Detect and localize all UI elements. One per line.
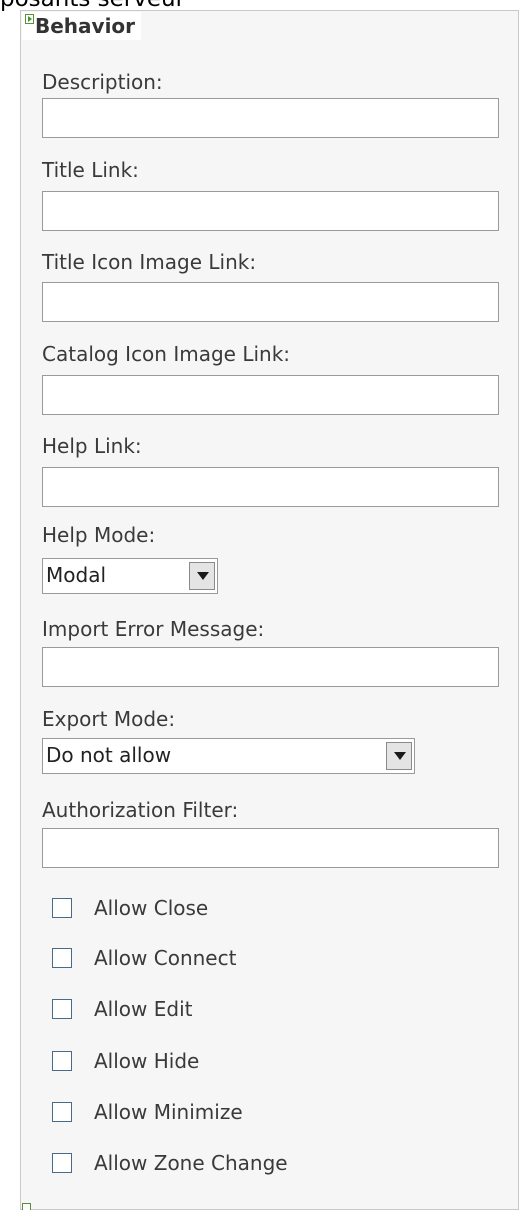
export-mode-value: Do not allow: [46, 743, 172, 767]
behavior-legend: Behavior: [22, 12, 142, 40]
help-mode-value: Modal: [46, 563, 106, 587]
import-error-message-input[interactable]: [42, 647, 499, 687]
authorization-filter-input[interactable]: [42, 828, 499, 868]
allow-close-row[interactable]: Allow Close: [52, 896, 208, 920]
allow-edit-checkbox[interactable]: [52, 999, 72, 1019]
help-mode-select[interactable]: Modal: [42, 558, 218, 594]
allow-zone-change-checkbox[interactable]: [52, 1153, 72, 1173]
import-error-message-label: Import Error Message:: [42, 617, 265, 641]
allow-zone-change-row[interactable]: Allow Zone Change: [52, 1151, 288, 1175]
chevron-down-icon[interactable]: [386, 742, 412, 770]
catalog-icon-image-link-input[interactable]: [42, 375, 499, 415]
allow-hide-row[interactable]: Allow Hide: [52, 1049, 199, 1073]
allow-connect-label: Allow Connect: [94, 946, 237, 970]
authorization-filter-label: Authorization Filter:: [42, 798, 239, 822]
help-mode-label: Help Mode:: [42, 523, 156, 547]
behavior-fieldset: [20, 10, 519, 1210]
title-icon-image-link-label: Title Icon Image Link:: [42, 250, 257, 274]
catalog-icon-image-link-label: Catalog Icon Image Link:: [42, 342, 291, 366]
description-input[interactable]: [42, 98, 499, 138]
section-title: Behavior: [35, 14, 136, 38]
help-link-label: Help Link:: [42, 434, 142, 458]
allow-edit-label: Allow Edit: [94, 997, 193, 1021]
title-icon-image-link-input[interactable]: [42, 282, 499, 322]
title-link-label: Title Link:: [42, 158, 139, 182]
allow-zone-change-label: Allow Zone Change: [94, 1151, 288, 1175]
allow-hide-checkbox[interactable]: [52, 1051, 72, 1071]
allow-connect-row[interactable]: Allow Connect: [52, 946, 236, 970]
help-link-input[interactable]: [42, 467, 499, 507]
allow-close-label: Allow Close: [94, 896, 209, 920]
allow-connect-checkbox[interactable]: [52, 948, 72, 968]
allow-edit-row[interactable]: Allow Edit: [52, 997, 192, 1021]
export-mode-select[interactable]: Do not allow: [42, 738, 415, 774]
allow-hide-label: Allow Hide: [94, 1049, 200, 1073]
chevron-down-icon[interactable]: [189, 562, 215, 590]
allow-close-checkbox[interactable]: [52, 898, 72, 918]
description-label: Description:: [42, 70, 163, 94]
next-section-expand-icon[interactable]: [22, 1203, 31, 1210]
allow-minimize-label: Allow Minimize: [94, 1100, 243, 1124]
title-link-input[interactable]: [42, 191, 499, 231]
expand-arrow-icon[interactable]: [25, 14, 34, 24]
export-mode-label: Export Mode:: [42, 707, 176, 731]
allow-minimize-row[interactable]: Allow Minimize: [52, 1100, 243, 1124]
allow-minimize-checkbox[interactable]: [52, 1102, 72, 1122]
